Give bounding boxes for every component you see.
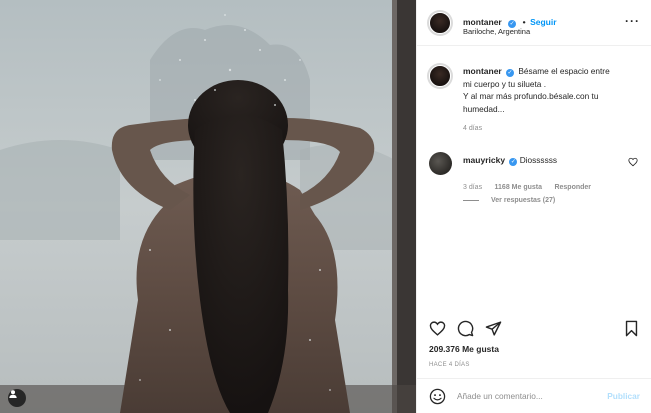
heart-icon[interactable] xyxy=(628,157,638,167)
post-photo-graphic xyxy=(0,0,416,413)
verified-badge-icon: ✓ xyxy=(509,158,518,166)
post-details-panel: montaner ✓ • Seguir Bariloche, Argentina… xyxy=(416,0,651,413)
save-bookmark-icon[interactable] xyxy=(623,320,640,337)
tagged-users-button[interactable] xyxy=(8,389,26,407)
likes-count[interactable]: 209.376 Me gusta xyxy=(429,344,499,354)
author-username[interactable]: montaner xyxy=(463,17,502,27)
posted-time[interactable]: HACE 4 DÍAS xyxy=(429,362,470,368)
like-heart-icon[interactable] xyxy=(429,320,446,337)
post-header: montaner ✓ • Seguir Bariloche, Argentina… xyxy=(417,0,651,46)
replies-divider xyxy=(463,200,479,201)
caption-avatar[interactable] xyxy=(427,63,453,89)
publish-button[interactable]: Publicar xyxy=(607,391,640,401)
comment-item: mauyricky ✓ Diossssss 3 días 1168 Me gus… xyxy=(417,150,651,210)
view-replies-label: Ver respuestas (27) xyxy=(491,197,556,204)
share-paper-plane-icon[interactable] xyxy=(485,320,502,337)
commenter-username[interactable]: mauyricky xyxy=(463,155,505,165)
caption-body: montaner ✓ Bésame el espacio entre mi cu… xyxy=(463,65,643,136)
author-avatar[interactable] xyxy=(427,10,453,36)
person-icon xyxy=(9,390,17,398)
comment-input[interactable]: Añade un comentario... xyxy=(457,391,543,401)
caption-username[interactable]: montaner xyxy=(463,66,502,76)
caption-line-3: Y al mar más profundo.bésale.con tu xyxy=(463,91,599,101)
location-link[interactable]: Bariloche, Argentina xyxy=(463,27,530,36)
caption-line-4: humedad... xyxy=(463,103,505,114)
more-horizontal-icon[interactable]: ··· xyxy=(625,14,640,28)
comment-meta: 3 días 1168 Me gusta Responder xyxy=(463,176,591,194)
emoji-smiley-icon[interactable] xyxy=(429,388,446,405)
caption-time[interactable]: 4 días xyxy=(463,123,643,136)
view-replies-button[interactable]: Ver respuestas (27) xyxy=(463,197,555,204)
reply-button[interactable]: Responder xyxy=(554,184,591,191)
comment-bubble-icon[interactable] xyxy=(457,320,474,337)
caption-line-2: mi cuerpo y tu silueta . xyxy=(463,78,547,89)
post-image[interactable] xyxy=(0,0,416,413)
comment-likes[interactable]: 1168 Me gusta xyxy=(495,184,542,191)
commenter-avatar[interactable] xyxy=(429,152,452,175)
comment-time[interactable]: 3 días xyxy=(463,184,482,191)
separator-dot: • xyxy=(522,17,526,27)
caption-line-1: Bésame el espacio entre xyxy=(518,66,610,76)
follow-button[interactable]: Seguir xyxy=(530,17,556,27)
comment-body: mauyricky ✓ Diossssss xyxy=(463,155,557,166)
comment-text: Diossssss xyxy=(519,155,558,165)
comment-form: Añade un comentario... Publicar xyxy=(417,378,651,413)
verified-badge-icon: ✓ xyxy=(506,69,515,77)
